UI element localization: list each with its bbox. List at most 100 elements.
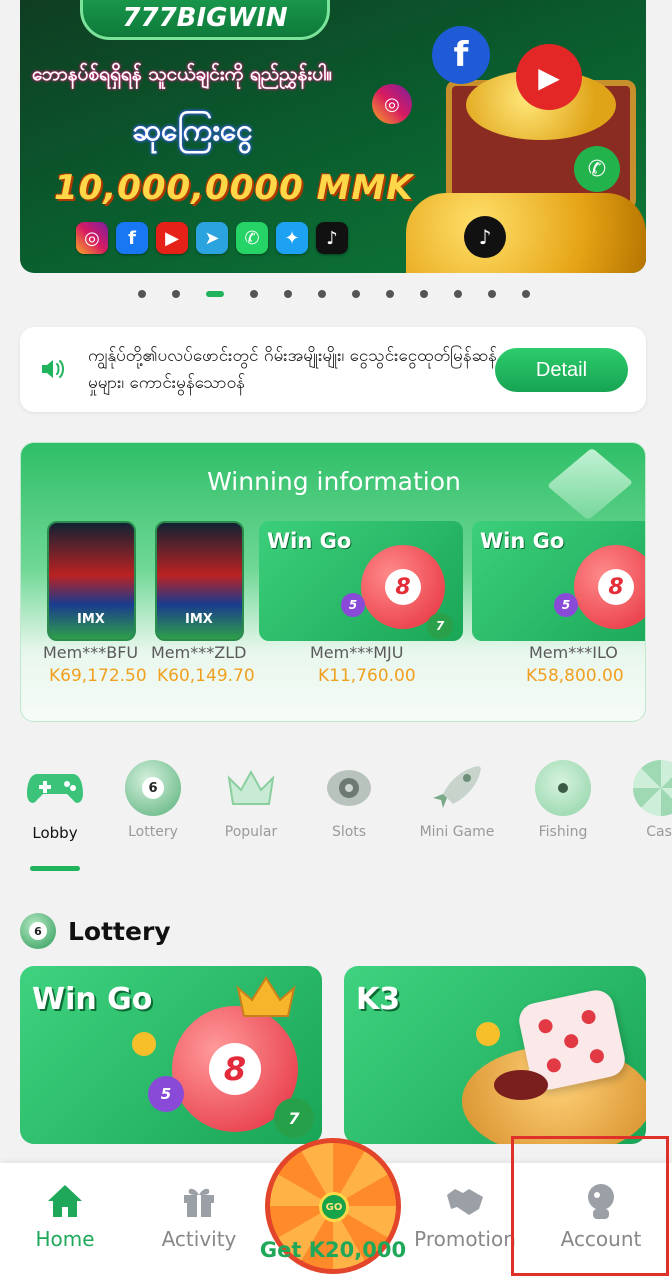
carousel-dot[interactable] — [318, 290, 326, 298]
spin-reward-label[interactable]: Get K20,000 — [258, 1238, 408, 1262]
brand-logo-text: 777BIGWIN — [122, 3, 288, 33]
facebook-bubble-icon: f — [432, 26, 490, 84]
carousel-dot[interactable] — [138, 290, 146, 298]
brand-logo: 777BIGWIN — [80, 0, 330, 40]
winner-amount: K69,172.50 — [49, 666, 147, 686]
winning-card-thumb[interactable]: Win Go 8 5 — [472, 521, 645, 641]
winner-member: Mem***ILO — [529, 643, 618, 662]
carousel-dot[interactable] — [454, 290, 462, 298]
thumb-label: IMX — [77, 612, 105, 627]
slot-machine-icon — [321, 760, 377, 816]
banner-prize-amount: 10,000,0000 MMK — [54, 168, 414, 208]
active-tab-indicator — [30, 866, 80, 871]
winner-member: Mem***MJU — [310, 643, 404, 662]
rocket-icon — [429, 760, 485, 816]
winning-card-thumb[interactable]: Win Go 8 5 7 — [259, 521, 463, 641]
lottery-ball-icon: 6 — [125, 760, 181, 816]
tab-mini-game[interactable]: Mini Game — [412, 758, 502, 840]
carousel-dot[interactable] — [522, 290, 530, 298]
roulette-icon — [633, 760, 672, 816]
game-card-label: K3 — [356, 982, 401, 1017]
game-card-k3[interactable]: K3 — [344, 966, 646, 1144]
carousel-dot[interactable] — [420, 290, 428, 298]
handshake-icon — [445, 1181, 485, 1221]
button-cap-icon — [494, 1070, 548, 1100]
gamepad-icon — [27, 760, 83, 816]
speaker-icon — [42, 360, 64, 378]
nav-label: Activity — [161, 1227, 237, 1251]
facebook-icon: f — [116, 222, 148, 254]
small-ball-icon: 7 — [274, 1098, 314, 1138]
tiktok-bubble-icon: ♪ — [464, 216, 506, 258]
winning-card-thumb[interactable]: IMX — [155, 521, 244, 641]
small-ball-icon: 5 — [341, 593, 365, 617]
carousel-dot[interactable] — [250, 290, 258, 298]
promo-banner[interactable]: 777BIGWIN ဘောနပ်စ်ရရှိရန် သူငယ်ချင်းကို … — [20, 0, 646, 273]
game-category-tabs: Lobby 6 Lottery Popular Slots Mini Game … — [0, 758, 672, 878]
gem-decoration-icon — [546, 447, 634, 521]
tab-label: Popular — [224, 824, 278, 840]
section-title: Lottery — [68, 916, 171, 946]
youtube-bubble-icon: ▶ — [516, 44, 582, 110]
tab-lottery[interactable]: 6 Lottery — [108, 758, 198, 840]
coin-icon — [132, 1032, 156, 1056]
social-icons-row: ◎ f ▶ ➤ ✆ ✦ ♪ — [76, 222, 348, 254]
instagram-bubble-icon: ◎ — [372, 84, 412, 124]
instagram-icon: ◎ — [76, 222, 108, 254]
winner-member: Mem***ZLD — [151, 643, 247, 662]
announcement-text: ကျွန်ုပ်တို့၏ပလပ်ဖောင်းတွင် ဂိမ်းအမျိုးမ… — [88, 346, 497, 393]
tab-label: Casi — [646, 824, 672, 840]
spin-go-icon: GO — [319, 1192, 349, 1222]
phone-bubble-icon: ✆ — [574, 146, 620, 192]
tab-fishing[interactable]: Fishing — [518, 758, 608, 840]
winning-card-thumb[interactable]: IMX — [47, 521, 136, 641]
telegram-icon: ➤ — [196, 222, 228, 254]
carousel-dot[interactable] — [284, 290, 292, 298]
small-ball-icon: 5 — [148, 1076, 184, 1112]
account-highlight-box — [511, 1136, 669, 1276]
tab-label: Lottery — [128, 824, 178, 840]
tab-casino[interactable]: Casi — [616, 758, 672, 840]
winner-amount: K60,149.70 — [157, 666, 255, 686]
carousel-dot[interactable] — [352, 290, 360, 298]
small-ball-icon: 5 — [554, 593, 578, 617]
small-ball-icon: 7 — [427, 613, 453, 639]
whatsapp-icon: ✆ — [236, 222, 268, 254]
banner-carousel-dots[interactable] — [138, 290, 530, 298]
winner-member: Mem***BFU — [43, 643, 139, 662]
nav-label: Home — [35, 1227, 95, 1251]
thumb-label: Win Go — [480, 529, 565, 553]
banner-referral-text: ဘောနပ်စ်ရရှိရန် သူငယ်ချင်းကို ရည်ညွှန်းပ… — [32, 63, 333, 85]
tab-popular[interactable]: Popular — [206, 758, 296, 840]
game-card-win-go[interactable]: Win Go 8 5 7 — [20, 966, 322, 1144]
carousel-dot[interactable] — [206, 291, 224, 297]
tab-label: Mini Game — [419, 824, 495, 840]
tab-lobby[interactable]: Lobby — [10, 758, 100, 842]
carousel-dot[interactable] — [386, 290, 394, 298]
winning-information-panel: Winning information IMX IMX Win Go 8 5 7… — [20, 442, 646, 722]
youtube-icon: ▶ — [156, 222, 188, 254]
winner-amount: K58,800.00 — [526, 666, 624, 686]
tab-label: Lobby — [32, 824, 78, 842]
announcement-bar: ကျွန်ုပ်တို့၏ပလပ်ဖောင်းတွင် ဂိမ်းအမျိုးမ… — [20, 327, 646, 412]
game-card-label: Win Go — [32, 982, 153, 1017]
tab-label: Fishing — [538, 824, 588, 840]
carousel-dot[interactable] — [172, 290, 180, 298]
twitter-icon: ✦ — [276, 222, 308, 254]
coin-icon — [476, 1022, 500, 1046]
detail-button[interactable]: Detail — [495, 348, 628, 392]
home-icon — [45, 1181, 85, 1221]
lottery-ball-icon: 8 — [574, 545, 645, 629]
winner-amount: K11,760.00 — [318, 666, 416, 686]
thumb-label: Win Go — [267, 529, 352, 553]
crown-icon — [236, 976, 296, 1017]
tiktok-icon: ♪ — [316, 222, 348, 254]
crown-icon — [223, 760, 279, 816]
thumb-label: IMX — [185, 612, 213, 627]
nav-home[interactable]: Home — [0, 1181, 130, 1251]
carousel-dot[interactable] — [488, 290, 496, 298]
pufferfish-icon — [535, 760, 591, 816]
nav-activity[interactable]: Activity — [134, 1181, 264, 1251]
lottery-ball-icon: 6 — [20, 913, 56, 949]
tab-slots[interactable]: Slots — [304, 758, 394, 840]
